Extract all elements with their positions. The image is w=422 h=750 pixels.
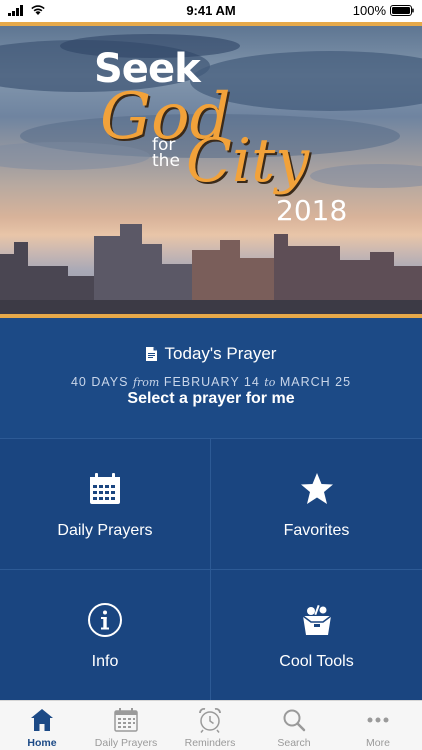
home-icon [31,709,53,731]
favorites-label: Favorites [283,522,350,539]
hero-title-the: the [152,151,180,171]
from-word: from [132,376,160,389]
tab-daily-prayers-label: Daily Prayers [94,737,158,749]
favorites-tile[interactable]: Favorites [211,438,422,569]
tab-more-label: More [366,737,390,749]
start-date: FEBRUARY 14 [163,375,260,389]
end-date: MARCH 25 [279,375,352,389]
todays-prayer-header: Today's Prayer [0,344,422,364]
todays-prayer-title: Today's Prayer [164,344,277,363]
tab-search[interactable]: Search [252,701,336,750]
info-label: Info [91,653,119,670]
document-icon [145,347,157,361]
hero-title-year: 2018 [276,194,348,227]
tab-search-label: Search [277,737,311,749]
toolbox-icon [302,604,331,635]
calendar-icon [90,473,120,504]
star-icon [300,473,333,504]
to-word: to [264,376,276,389]
search-icon [283,709,306,732]
city-skyline-illustration [0,224,422,314]
tab-more[interactable]: More [336,701,420,750]
tab-bar: Home Daily Prayers Reminders Search More [0,700,422,750]
info-icon [88,603,122,637]
tab-home-label: Home [27,737,57,749]
alarm-clock-icon [199,708,221,733]
calendar-icon [114,708,138,732]
tab-home[interactable]: Home [0,701,84,750]
menu-grid: Daily Prayers Favorites Info Cool Tools [0,438,422,700]
hero-title-city: City [186,126,310,196]
hero-title-for-the: for the [152,137,180,171]
daily-prayers-label: Daily Prayers [57,522,153,539]
battery-icon [390,5,414,16]
cool-tools-tile[interactable]: Cool Tools [211,569,422,700]
todays-prayer-panel[interactable]: Today's Prayer 40 DAYS from FEBRUARY 14 … [0,318,422,438]
days-count: 40 DAYS [70,375,129,389]
battery-percentage: 100% [352,3,386,18]
tab-reminders[interactable]: Reminders [168,701,252,750]
select-prayer-link[interactable]: Select a prayer for me [0,390,422,408]
status-bar: 9:41 AM 100% [0,0,422,22]
cool-tools-label: Cool Tools [279,653,354,670]
daily-prayers-tile[interactable]: Daily Prayers [0,438,211,569]
hero-banner: Seek God for the City 2018 [0,22,422,318]
tab-daily-prayers[interactable]: Daily Prayers [84,701,168,750]
prayer-date-range: 40 DAYS from FEBRUARY 14 to MARCH 25 [0,375,422,389]
tab-reminders-label: Reminders [184,737,236,749]
info-tile[interactable]: Info [0,569,211,700]
more-dots-icon [367,717,389,723]
